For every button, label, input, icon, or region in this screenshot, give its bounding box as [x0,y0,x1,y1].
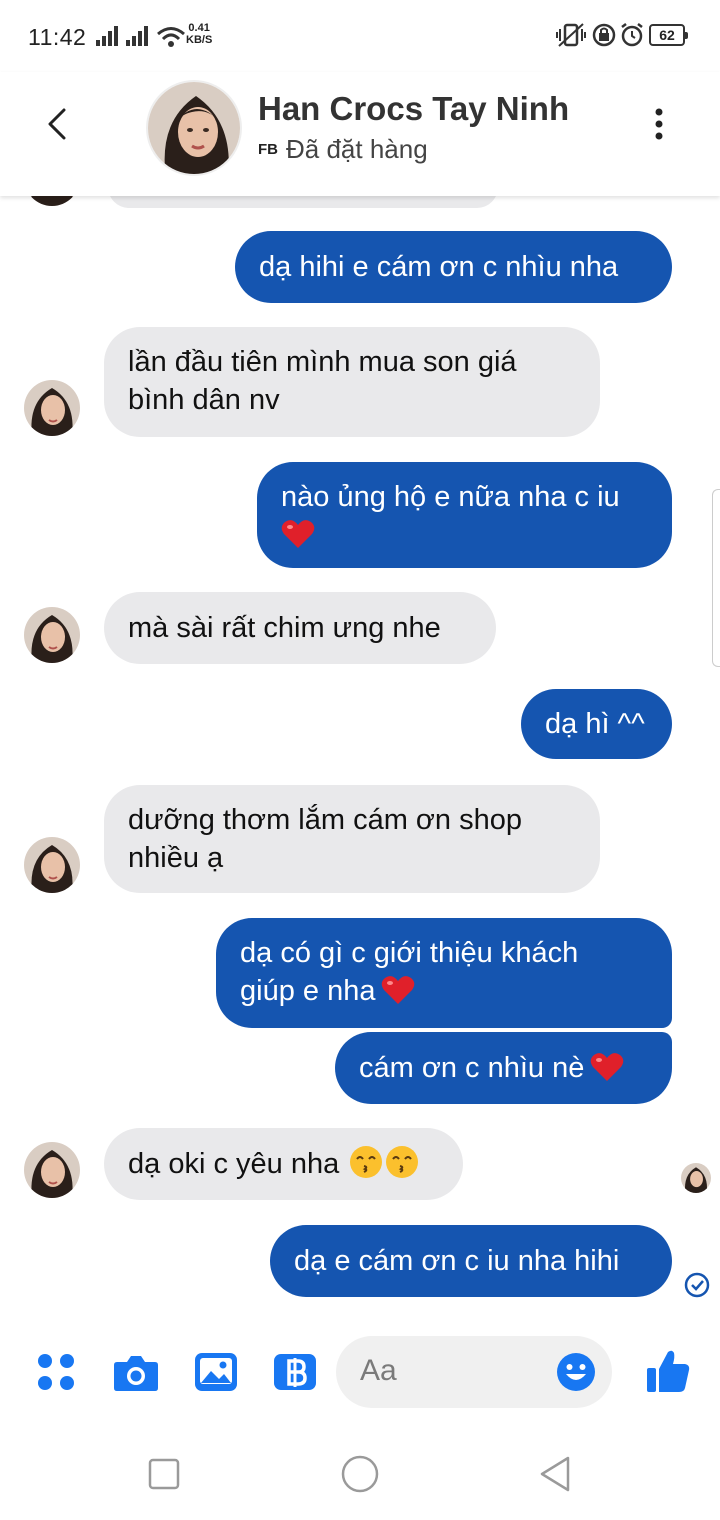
sender-avatar[interactable] [24,837,80,893]
order-status: Đã đặt hàng [286,134,428,164]
message-composer: Aa [0,1316,720,1432]
message-text-line: dưỡng thơm lắm cám ơn shop [128,804,523,836]
message-bubble-outgoing[interactable]: cám ơn c nhìu nè [335,1032,672,1104]
message-text-line: lần đầu tiên mình mua son giá [128,346,517,378]
message-text: dạ oki c yêu nha [128,1148,340,1180]
red-heart-icon [382,976,415,1004]
message-text-line: nhiều ạ [128,842,224,874]
message-text-line-with-emoji: giúp e nha [240,972,648,1010]
back-arrow-icon[interactable] [36,102,80,146]
more-options-icon[interactable] [644,104,674,144]
chat-header: Han Crocs Tay Ninh FB Đã đặt hàng [0,72,720,196]
kissing-face-emoji-icon [386,1146,419,1178]
message-text-line: dạ có gì c giới thiệu khách [240,937,579,969]
message-text: dạ hihi e cám ơn c nhìu nha [259,251,619,283]
message-input-placeholder: Aa [360,1354,397,1387]
recents-square-icon[interactable] [146,1456,182,1492]
red-heart-icon [281,520,315,548]
message-text: cám ơn c nhìu nè [359,1052,585,1084]
lock-rotation-icon [592,23,616,47]
message-text: dạ hì ^^ [545,708,645,740]
menu-dots-icon[interactable] [36,1352,76,1392]
system-nav-bar [0,1432,720,1520]
back-triangle-icon[interactable] [536,1454,576,1494]
source-tag: FB [258,141,278,158]
seen-indicator-avatar [681,1163,711,1193]
message-bubble-incoming[interactable]: dạ oki c yêu nha [104,1128,463,1200]
message-text-line-with-emoji: cám ơn c nhìu nè [359,1049,648,1087]
sender-avatar[interactable] [24,607,80,663]
kissing-face-emoji-icon [350,1146,383,1178]
message-list[interactable]: dạ hihi e cám ơn c nhìu nha lần đầu tiên… [0,196,720,1316]
alarm-icon [621,23,643,47]
network-speed-unit: KB/S [186,34,213,46]
contact-name: Han Crocs Tay Ninh [258,90,570,127]
message-bubble-outgoing[interactable]: nào ủng hộ e nữa nha c iu [257,462,672,568]
message-bubble-outgoing[interactable]: dạ e cám ơn c iu nha hihi [270,1225,672,1297]
contact-avatar[interactable] [146,80,242,176]
message-bubble-partial [108,196,498,208]
emoji-icon[interactable] [556,1352,596,1392]
b-icon[interactable] [273,1352,317,1392]
message-bubble-incoming[interactable]: dưỡng thơm lắm cám ơn shop nhiều ạ [104,785,600,893]
camera-icon[interactable] [113,1352,159,1392]
message-text: giúp e nha [240,975,376,1007]
gallery-icon[interactable] [194,1352,238,1392]
battery-indicator: 62 [649,24,688,46]
delivered-check-icon [684,1272,710,1298]
home-circle-icon[interactable] [340,1454,380,1494]
message-input[interactable]: Aa [336,1336,612,1408]
message-bubble-outgoing[interactable]: dạ hihi e cám ơn c nhìu nha [235,231,672,303]
message-text: mà sài rất chim ưng nhe [128,612,441,644]
message-text-line-with-emoji: dạ oki c yêu nha [128,1145,439,1183]
signal-icon [96,26,118,46]
sender-avatar[interactable] [24,1142,80,1198]
contact-status-row: FB Đã đặt hàng [258,134,428,165]
wifi-icon [157,27,185,47]
network-speed: 0.41 KB/S [186,22,212,46]
red-heart-icon [591,1053,624,1081]
message-bubble-outgoing[interactable]: dạ hì ^^ [521,689,672,759]
message-emoji-line [281,516,648,554]
message-bubble-outgoing[interactable]: dạ có gì c giới thiệu khách giúp e nha [216,918,672,1028]
message-bubble-incoming[interactable]: mà sài rất chim ưng nhe [104,592,496,664]
message-bubble-incoming[interactable]: lần đầu tiên mình mua son giá bình dân n… [104,327,600,437]
signal-icon-2 [126,26,148,46]
status-bar: 11:42 0.41 KB/S 62 [0,0,720,72]
network-speed-value: 0.41 [188,22,210,34]
message-text-line: nào ủng hộ e nữa nha c iu [281,481,620,513]
sender-avatar-partial [24,196,80,206]
message-text-line: bình dân nv [128,384,280,416]
vibrate-icon [556,23,586,47]
sender-avatar[interactable] [24,380,80,436]
status-time: 11:42 [28,24,87,50]
scroll-indicator[interactable] [712,489,720,667]
message-text: dạ e cám ơn c iu nha hihi [294,1245,620,1277]
like-icon[interactable] [646,1348,690,1394]
